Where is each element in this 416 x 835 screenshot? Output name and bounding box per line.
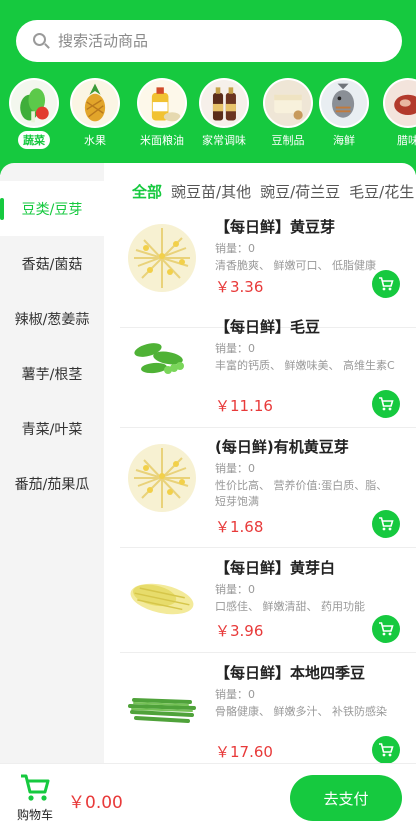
sidebar-item-label: 青菜/叶菜 [21, 421, 83, 438]
bottom-cart-bar: 购物车 ￥0.00 去支付 [0, 763, 416, 835]
sidebar-item-tomato-gourds[interactable]: 番茄/茄果瓜 [0, 456, 104, 511]
category-grain-oil[interactable]: 米面粮油 [130, 78, 194, 149]
product-price: ￥1.68 [215, 518, 264, 536]
product-description: 口感佳、 鲜嫩清甜、 药用功能 [215, 600, 365, 613]
sidebar-item-label: 薯芋/根茎 [21, 366, 83, 383]
sidebar: 豆类/豆芽 香菇/菌菇 辣椒/葱姜蒜 薯芋/根茎 青菜/叶菜 番茄/茄果瓜 [0, 163, 104, 763]
search-icon [32, 32, 50, 50]
add-to-cart-button[interactable] [372, 510, 400, 538]
product-title: 【每日鲜】毛豆 [215, 318, 321, 336]
subcategory-tabs: 全部 豌豆苗/其他 豌豆/荷兰豆 毛豆/花生 [132, 181, 416, 205]
sidebar-item-label: 辣椒/葱姜蒜 [14, 311, 90, 328]
sidebar-item-label: 豆类/豆芽 [21, 201, 83, 218]
tab-edamame-peanut[interactable]: 毛豆/花生 [349, 181, 414, 202]
search-bar[interactable] [16, 20, 402, 62]
vegetables-icon [9, 78, 59, 128]
cart-icon [379, 622, 394, 636]
category-strip: 蔬菜 水果 米面粮油 家常调味 豆制品 海鲜 腊味 [0, 78, 416, 150]
product-title: 【每日鲜】黄豆芽 [215, 218, 336, 236]
product-title: 【每日鲜】本地四季豆 [215, 664, 366, 682]
add-to-cart-button[interactable] [372, 390, 400, 418]
sidebar-item-tubers-roots[interactable]: 薯芋/根茎 [0, 346, 104, 401]
pay-button[interactable]: 去支付 [290, 775, 402, 821]
product-price: ￥3.36 [215, 278, 264, 296]
product-sales: 销量：0 [215, 342, 255, 355]
cart-button[interactable]: 购物车 [12, 772, 58, 823]
napa-cabbage-image [124, 561, 200, 637]
product-sales: 销量：0 [215, 462, 255, 475]
bean-sprouts-image [124, 220, 200, 296]
product-description: 丰富的钙质、 鲜嫩味美、 高维生素C [215, 359, 395, 372]
cart-icon [379, 743, 394, 757]
cart-icon [379, 277, 394, 291]
product-description: 清香脆爽、 鲜嫩可口、 低脂健康 [215, 259, 376, 272]
cart-total: ￥0.00 [68, 793, 123, 813]
product-price: ￥3.96 [215, 622, 264, 640]
search-input[interactable] [58, 32, 358, 50]
product-sales: 销量：0 [215, 583, 255, 596]
product-price: ￥17.60 [215, 743, 273, 761]
sidebar-item-label: 番茄/茄果瓜 [14, 476, 90, 493]
product-description: 性价比高、 营养价值:蛋白质、脂、 短芽饱满 [215, 479, 388, 508]
sidebar-item-beans-sprouts[interactable]: 豆类/豆芽 [0, 181, 104, 236]
header: 蔬菜 水果 米面粮油 家常调味 豆制品 [0, 0, 416, 175]
oil-bottle-icon [137, 78, 187, 128]
tab-pea-shoots-other[interactable]: 豌豆苗/其他 [171, 181, 251, 202]
product-price: ￥11.16 [215, 397, 273, 415]
sidebar-item-label: 香菇/菌菇 [21, 256, 83, 273]
add-to-cart-button[interactable] [372, 736, 400, 764]
product-description: 骨骼健康、 鲜嫩多汁、 补铁防感染 [215, 705, 387, 718]
sauce-bottles-icon [199, 78, 249, 128]
fish-icon [319, 78, 369, 128]
cart-icon [379, 517, 394, 531]
sidebar-item-peppers-aromatics[interactable]: 辣椒/葱姜蒜 [0, 291, 104, 346]
product-title: 【每日鲜】黄芽白 [215, 559, 336, 577]
product-sales: 销量：0 [215, 242, 255, 255]
product-item[interactable]: 【每日鲜】本地四季豆 销量：0 骨骼健康、 鲜嫩多汁、 补铁防感染 ￥17.60 [120, 654, 416, 764]
sidebar-item-mushrooms[interactable]: 香菇/菌菇 [0, 236, 104, 291]
category-fruit[interactable]: 水果 [63, 78, 127, 149]
shopping-cart-icon [21, 774, 50, 801]
green-beans-image [124, 666, 200, 742]
product-sales: 销量：0 [215, 688, 255, 701]
sidebar-item-leafy-greens[interactable]: 青菜/叶菜 [0, 401, 104, 456]
cart-label: 购物车 [16, 808, 53, 822]
product-item[interactable]: (每日鲜)有机黄豆芽 销量：0 性价比高、 营养价值:蛋白质、脂、 短芽饱满 ￥… [120, 428, 416, 548]
cured-meat-icon [383, 78, 416, 128]
cart-icon [379, 397, 394, 411]
tofu-icon [263, 78, 313, 128]
category-cured-meat[interactable]: 腊味 [376, 78, 416, 149]
product-item[interactable]: 【每日鲜】毛豆 销量：0 丰富的钙质、 鲜嫩味美、 高维生素C ￥11.16 [120, 308, 416, 428]
category-seasoning[interactable]: 家常调味 [192, 78, 256, 149]
category-seafood[interactable]: 海鲜 [312, 78, 376, 149]
tab-peas-snow-peas[interactable]: 豌豆/荷兰豆 [260, 181, 340, 202]
add-to-cart-button[interactable] [372, 615, 400, 643]
category-vegetables[interactable]: 蔬菜 [2, 78, 66, 149]
tab-all[interactable]: 全部 [132, 181, 162, 202]
bean-sprouts-image [124, 440, 200, 516]
add-to-cart-button[interactable] [372, 270, 400, 298]
edamame-image [124, 320, 200, 396]
category-soy-products[interactable]: 豆制品 [256, 78, 320, 149]
product-panel: 全部 豌豆苗/其他 豌豆/荷兰豆 毛豆/花生 【每日鲜】黄豆芽 销量：0 清香脆爽、 … [104, 163, 416, 764]
product-title: (每日鲜)有机黄豆芽 [215, 438, 349, 456]
pineapple-icon [70, 78, 120, 128]
product-item[interactable]: 【每日鲜】黄芽白 销量：0 口感佳、 鲜嫩清甜、 药用功能 ￥3.96 [120, 549, 416, 653]
